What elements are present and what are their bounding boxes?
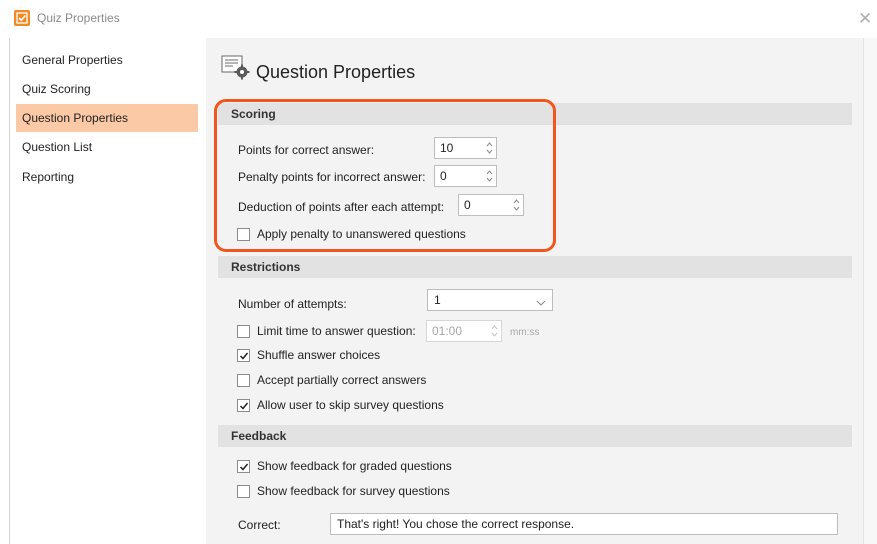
restrictions-section-heading: Restrictions — [218, 256, 852, 278]
attempts-dropdown[interactable]: 1 — [427, 289, 553, 311]
limit-time-checkbox[interactable] — [237, 325, 250, 338]
sidebar-item-question-list[interactable]: Question List — [16, 133, 198, 161]
correct-feedback-input[interactable]: That's right! You chose the correct resp… — [330, 513, 838, 535]
graded-feedback-label: Show feedback for graded questions — [257, 459, 452, 473]
shuffle-label: Shuffle answer choices — [257, 348, 381, 362]
deduction-label: Deduction of points after each attempt: — [238, 200, 445, 214]
chevron-down-icon — [536, 296, 546, 310]
penalty-value: 0 — [440, 169, 447, 183]
page-title: Question Properties — [256, 62, 416, 82]
sidebar-item-label: General Properties — [22, 53, 123, 67]
limit-time-unit: mm:ss — [510, 327, 540, 338]
sidebar-item-question-properties[interactable]: Question Properties — [16, 104, 198, 132]
sidebar-item-general-properties[interactable]: General Properties — [16, 46, 198, 74]
deduction-spinner[interactable]: 0 — [458, 194, 524, 216]
question-properties-panel: Question Properties Scoring Points for c… — [206, 38, 852, 544]
attempts-label: Number of attempts: — [238, 297, 347, 311]
feedback-section-heading: Feedback — [218, 425, 852, 447]
limit-time-label: Limit time to answer question: — [257, 324, 416, 338]
sidebar-item-label: Question Properties — [22, 111, 129, 125]
title-bar: Quiz Properties ✕ — [0, 0, 877, 38]
deduction-value: 0 — [464, 198, 471, 212]
penalty-label: Penalty points for incorrect answer: — [238, 170, 426, 184]
question-settings-icon — [221, 55, 251, 84]
checkbox-app-icon — [14, 10, 30, 26]
spinner-arrows-icon[interactable] — [485, 168, 494, 184]
sidebar-item-label: Question List — [22, 140, 93, 154]
shuffle-checkbox[interactable] — [237, 349, 250, 362]
skip-survey-label: Allow user to skip survey questions — [257, 398, 444, 412]
spinner-arrows-icon[interactable] — [490, 323, 499, 339]
correct-feedback-value: That's right! You chose the correct resp… — [337, 517, 575, 531]
correct-feedback-label: Correct: — [238, 518, 281, 532]
close-button[interactable]: ✕ — [858, 6, 877, 32]
main-panel: Question Properties Scoring Points for c… — [206, 38, 877, 544]
points-correct-value: 10 — [440, 141, 454, 155]
sidebar-item-label: Quiz Scoring — [22, 82, 91, 96]
window-title: Quiz Properties — [37, 11, 120, 25]
sidebar: General Properties Quiz Scoring Question… — [10, 38, 206, 544]
sidebar-item-quiz-scoring[interactable]: Quiz Scoring — [16, 75, 198, 103]
scoring-section-heading: Scoring — [218, 103, 852, 125]
survey-feedback-checkbox[interactable] — [237, 485, 250, 498]
partial-credit-label: Accept partially correct answers — [257, 373, 427, 387]
skip-survey-checkbox[interactable] — [237, 399, 250, 412]
partial-credit-checkbox[interactable] — [237, 374, 250, 387]
points-correct-label: Points for correct answer: — [238, 143, 375, 157]
sidebar-item-reporting[interactable]: Reporting — [16, 163, 198, 191]
apply-penalty-checkbox[interactable] — [237, 228, 250, 241]
spinner-arrows-icon[interactable] — [485, 140, 494, 156]
graded-feedback-checkbox[interactable] — [237, 460, 250, 473]
sidebar-item-label: Reporting — [22, 170, 75, 184]
close-icon: ✕ — [858, 9, 873, 28]
points-correct-spinner[interactable]: 10 — [434, 137, 497, 159]
scrollbar[interactable] — [863, 38, 877, 544]
apply-penalty-label: Apply penalty to unanswered questions — [257, 227, 466, 241]
attempts-value: 1 — [434, 293, 441, 307]
penalty-spinner[interactable]: 0 — [434, 165, 497, 187]
survey-feedback-label: Show feedback for survey questions — [257, 484, 450, 498]
spinner-arrows-icon[interactable] — [512, 197, 521, 213]
limit-time-spinner[interactable]: 01:00 — [426, 320, 502, 342]
limit-time-value: 01:00 — [432, 324, 463, 338]
